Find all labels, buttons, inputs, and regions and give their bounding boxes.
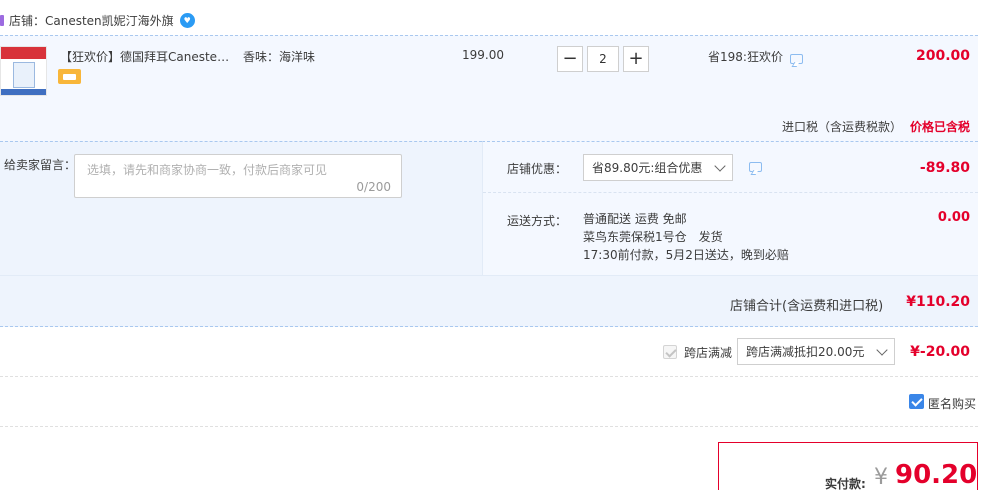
cross-store-checkbox[interactable] [663,345,677,359]
promotion-text: 省198:狂欢价 [708,50,783,64]
promotion-info-icon[interactable] [790,54,803,64]
card-payment-icon [58,69,81,84]
shop-discount-row: 店铺优惠： 省89.80元:组合优惠 -89.80 [483,142,978,193]
payment-label: 实付款: [825,477,866,490]
anonymous-purchase-label[interactable]: 匿名购买 [928,395,976,412]
quantity-increase-button[interactable]: + [623,46,649,72]
shop-type-icon [0,14,4,26]
product-thumbnail[interactable] [0,46,47,96]
order-options-panel: 店铺优惠： 省89.80元:组合优惠 -89.80 运送方式： 普通配送 运费 … [482,141,978,275]
shop-discount-label: 店铺优惠： [507,162,568,176]
unit-price: 199.00 [462,48,504,62]
shop-subtotal-value: ¥110.20 [906,294,970,310]
payment-summary-box: 实付款: ¥ 90.20 [718,442,978,490]
cross-store-label: 跨店满减 [684,346,733,360]
product-title-link[interactable]: 【狂欢价】德国拜耳Canesten凯妮汀洗液 [60,48,235,65]
import-tax-value: 价格已含税 [909,120,970,134]
shipping-amount: 0.00 [937,210,970,225]
quantity-stepper: − + [557,46,649,72]
shop-discount-select[interactable]: 省89.80元:组合优惠 [583,154,733,181]
discount-info-icon[interactable] [749,162,762,172]
seller-message-textarea[interactable]: 选填，请先和商家协商一致，付款后商家可见 0/200 [74,154,402,198]
cross-store-amount: ¥-20.00 [910,344,970,360]
shipping-method: 普通配送 运费 免邮 [583,212,687,226]
shop-name-link[interactable]: 店铺：Canesten凯妮汀海外旗 [9,12,174,29]
chevron-down-icon [876,344,888,356]
cross-store-discount-row: 跨店满减 跨店满减抵扣20.00元 ¥-20.00 [0,327,978,377]
shop-discount-selected: 省89.80元:组合优惠 [592,161,703,175]
order-item-row: 【狂欢价】德国拜耳Canesten凯妮汀洗液 香味：海洋味 199.00 − +… [0,35,978,141]
product-sku: 香味：海洋味 [243,50,316,64]
seller-message-placeholder: 选填，请先和商家协商一致，付款后商家可见 [87,163,328,177]
payment-currency: ¥ [874,465,888,490]
item-total-price: 200.00 [915,48,970,64]
shipping-label: 运送方式： [507,214,568,228]
import-tax-label: 进口税（含运费税款） [782,120,903,134]
shipping-warehouse: 菜鸟东莞保税1号仓 发货 [583,230,723,244]
seller-message-counter: 0/200 [356,180,391,194]
shop-header: 店铺：Canesten凯妮汀海外旗 ♥ [0,10,195,30]
seller-message-panel: 给卖家留言： 选填，请先和商家协商一致，付款后商家可见 0/200 [0,141,482,275]
cross-store-select[interactable]: 跨店满减抵扣20.00元 [737,338,895,365]
shop-subtotal-row: 店铺合计(含运费和进口税) ¥110.20 [0,275,978,327]
payment-total: 90.20 [895,460,978,490]
chevron-down-icon [714,160,726,172]
quantity-input[interactable] [587,46,619,72]
shop-discount-amount: -89.80 [919,160,970,176]
anonymous-purchase-checkbox[interactable] [909,394,924,409]
wangwang-chat-icon[interactable]: ♥ [179,12,195,28]
shipping-details: 普通配送 运费 免邮 菜鸟东莞保税1号仓 发货 17:30前付款，5月2日送达，… [583,210,789,264]
seller-message-label: 给卖家留言： [4,158,77,172]
quantity-decrease-button[interactable]: − [557,46,583,72]
shop-subtotal-label: 店铺合计(含运费和进口税) [730,299,884,314]
anonymous-purchase-row: 匿名购买 [0,377,978,427]
cross-store-selected: 跨店满减抵扣20.00元 [746,345,865,359]
shipping-eta: 17:30前付款，5月2日送达，晚到必赔 [583,248,789,262]
